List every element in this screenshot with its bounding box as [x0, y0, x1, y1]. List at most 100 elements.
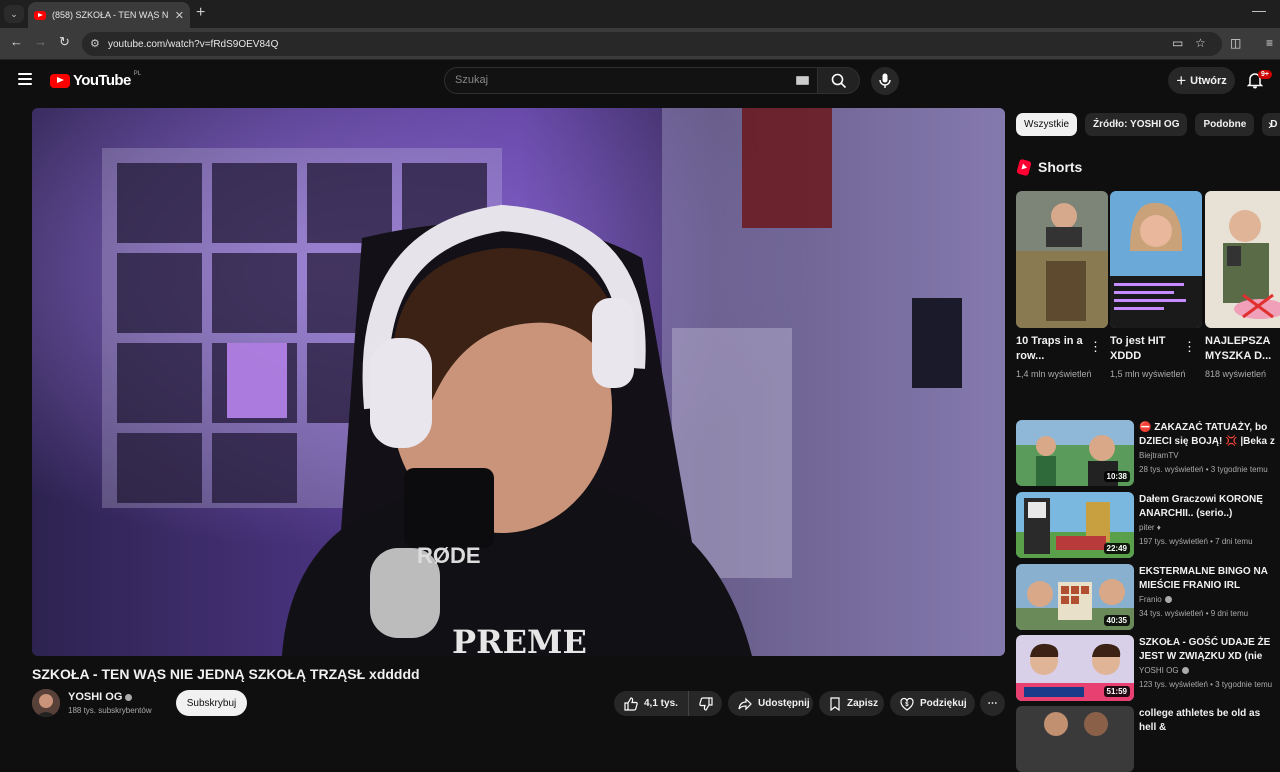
video-thumbnail[interactable]: 10:38 [1016, 420, 1134, 486]
keyboard-icon[interactable] [796, 76, 809, 85]
browser-tab[interactable]: (858) SZKOŁA - TEN WĄS NIE JE... ✕ [28, 2, 190, 28]
short-views: 818 wyświetleń [1205, 369, 1267, 379]
microphone-icon [879, 73, 891, 88]
svg-text:$: $ [905, 702, 909, 708]
video-channel-text: Franio [1139, 595, 1162, 604]
short-menu-icon[interactable]: ⋮ [1089, 339, 1102, 355]
chip-source[interactable]: Źródło: YOSHI OG [1085, 113, 1188, 136]
channel-name[interactable]: YOSHI OG [68, 691, 133, 703]
recommended-video[interactable]: 40:35 EKSTERMALNE BINGO NA MIEŚCIE FRANI… [1016, 564, 1280, 630]
short-item[interactable]: To jest HIT XDDD 1,5 mln wyświetleń ⋮ [1110, 191, 1202, 381]
video-thumbnail[interactable]: 51:59 [1016, 635, 1134, 701]
recommended-video[interactable]: 51:59 SZKOŁA - GOŚĆ UDAJE ŻE JEST W ZWIĄ… [1016, 635, 1280, 701]
youtube-favicon-icon [34, 10, 46, 20]
short-thumbnail-image [1110, 191, 1202, 328]
search-icon [831, 73, 847, 89]
url-field[interactable]: ⚙ youtube.com/watch?v=fRdS9OEV84Q [82, 32, 1222, 56]
menu-icon[interactable] [18, 73, 32, 85]
extensions-icon[interactable]: ◫ [1230, 36, 1241, 50]
video-player[interactable]: RØDE PREME [32, 108, 1005, 656]
channel-avatar[interactable] [32, 689, 60, 717]
browser-tab-strip: ⌄ (858) SZKOŁA - TEN WĄS NIE JE... ✕ + — [0, 0, 1280, 28]
video-meta: 123 tys. wyświetleń • 3 tygodnie temu [1139, 680, 1273, 689]
create-label: Utwórz [1190, 74, 1227, 87]
video-meta: 197 tys. wyświetleń • 7 dni temu [1139, 537, 1253, 546]
short-thumbnail[interactable] [1016, 191, 1108, 328]
short-views: 1,5 mln wyświetleń [1110, 369, 1186, 379]
short-thumbnail[interactable] [1205, 191, 1280, 328]
short-item[interactable]: 10 Traps in a row... 1,4 mln wyświetleń … [1016, 191, 1108, 381]
video-thumbnail[interactable] [1016, 706, 1134, 772]
minimize-window-icon[interactable]: — [1252, 2, 1266, 18]
site-info-icon[interactable]: ⚙ [90, 37, 100, 50]
channel-name-text: YOSHI OG [68, 691, 123, 703]
thumbs-up-icon [624, 696, 638, 711]
video-channel: YOSHI OG [1139, 666, 1189, 675]
video-channel-text: YOSHI OG [1139, 666, 1179, 675]
video-channel: piter ♦ [1139, 523, 1161, 532]
recommended-video[interactable]: 22:49 Dałem Graczowi KORONĘ ANARCHII.. (… [1016, 492, 1280, 558]
video-thumbnail[interactable]: 22:49 [1016, 492, 1134, 558]
short-menu-icon[interactable]: ⋮ [1183, 339, 1196, 355]
back-icon[interactable]: ← [10, 34, 23, 49]
avatar-image [32, 689, 60, 717]
more-icon: ⋯ [987, 698, 998, 709]
share-button[interactable]: Udostępnij [728, 691, 813, 716]
video-thumbnail-image [1016, 706, 1134, 772]
notifications-badge: 9+ [1258, 70, 1272, 79]
recommended-video[interactable]: 10:38 ⛔ ZAKAZAĆ TATUAŻY, bo DZIECI się B… [1016, 420, 1280, 486]
video-frame-image: RØDE PREME [32, 108, 1005, 656]
address-bar-row: ← → ↻ ⚙ youtube.com/watch?v=fRdS9OEV84Q … [0, 28, 1280, 60]
thanks-icon: $ [900, 697, 914, 711]
chip-similar[interactable]: Podobne [1195, 113, 1255, 136]
bookmark-star-icon[interactable]: ☆ [1195, 36, 1206, 50]
shorts-heading: Shorts [1016, 158, 1083, 176]
short-title: 10 Traps in a row... [1016, 335, 1083, 362]
video-duration: 40:35 [1103, 615, 1130, 626]
chips-next-icon[interactable]: › [1268, 116, 1273, 132]
filter-chips: Wszystkie Źródło: YOSHI OG Podobne D [1016, 113, 1280, 136]
shorts-heading-text: Shorts [1038, 159, 1083, 175]
forward-icon[interactable]: → [34, 34, 47, 49]
save-label: Zapisz [847, 698, 879, 709]
more-actions-button[interactable]: ⋯ [980, 691, 1005, 716]
save-button[interactable]: Zapisz [819, 691, 884, 716]
reload-icon[interactable]: ↻ [59, 34, 70, 50]
close-tab-icon[interactable]: ✕ [175, 9, 184, 22]
country-code: PL [133, 70, 142, 77]
chip-all[interactable]: Wszystkie [1016, 113, 1077, 136]
search-button[interactable] [817, 67, 860, 94]
logo-text: YouTube [73, 72, 131, 89]
svg-text:PREME: PREME [452, 623, 587, 656]
reading-list-icon[interactable]: ≡ [1266, 36, 1273, 50]
search-input[interactable] [455, 74, 775, 86]
youtube-play-icon [50, 73, 70, 88]
thanks-button[interactable]: $ Podziękuj [890, 691, 975, 716]
short-item[interactable]: NAJLEPSZA MYSZKA D... 818 wyświetleń [1205, 191, 1280, 381]
video-thumbnail[interactable]: 40:35 [1016, 564, 1134, 630]
new-tab-icon[interactable]: + [196, 4, 205, 22]
video-title: Dałem Graczowi KORONĘ ANARCHII.. (serio.… [1139, 494, 1263, 519]
like-count: 4,1 tys. [644, 698, 678, 709]
video-channel: Franio [1139, 595, 1172, 604]
recommended-video[interactable]: college athletes be old as hell & [1016, 706, 1280, 772]
video-meta: 28 tys. wyświetleń • 3 tygodnie temu [1139, 465, 1268, 474]
create-button[interactable]: + Utwórz [1168, 67, 1235, 94]
video-duration: 10:38 [1103, 471, 1130, 482]
thumbs-down-icon [698, 696, 713, 711]
bookmark-icon [830, 696, 840, 711]
tab-search-dropdown[interactable]: ⌄ [4, 5, 24, 23]
video-meta: 34 tys. wyświetleń • 9 dni temu [1139, 609, 1249, 618]
subscriber-count: 188 tys. subskrybentów [68, 706, 152, 715]
short-thumbnail-image [1016, 191, 1108, 328]
url-text: youtube.com/watch?v=fRdS9OEV84Q [108, 38, 279, 50]
voice-search-button[interactable] [871, 67, 899, 95]
subscribe-button[interactable]: Subskrybuj [176, 690, 247, 716]
like-button[interactable]: 4,1 tys. [614, 691, 688, 716]
youtube-logo[interactable]: YouTube PL [50, 70, 142, 89]
video-channel: BiejtramTV [1139, 451, 1179, 460]
short-thumbnail[interactable] [1110, 191, 1202, 328]
video-title: SZKOŁA - TEN WĄS NIE JEDNĄ SZKOŁĄ TRZĄSŁ… [32, 666, 420, 682]
cast-icon[interactable]: ▭ [1172, 36, 1183, 50]
dislike-button[interactable] [688, 691, 722, 716]
